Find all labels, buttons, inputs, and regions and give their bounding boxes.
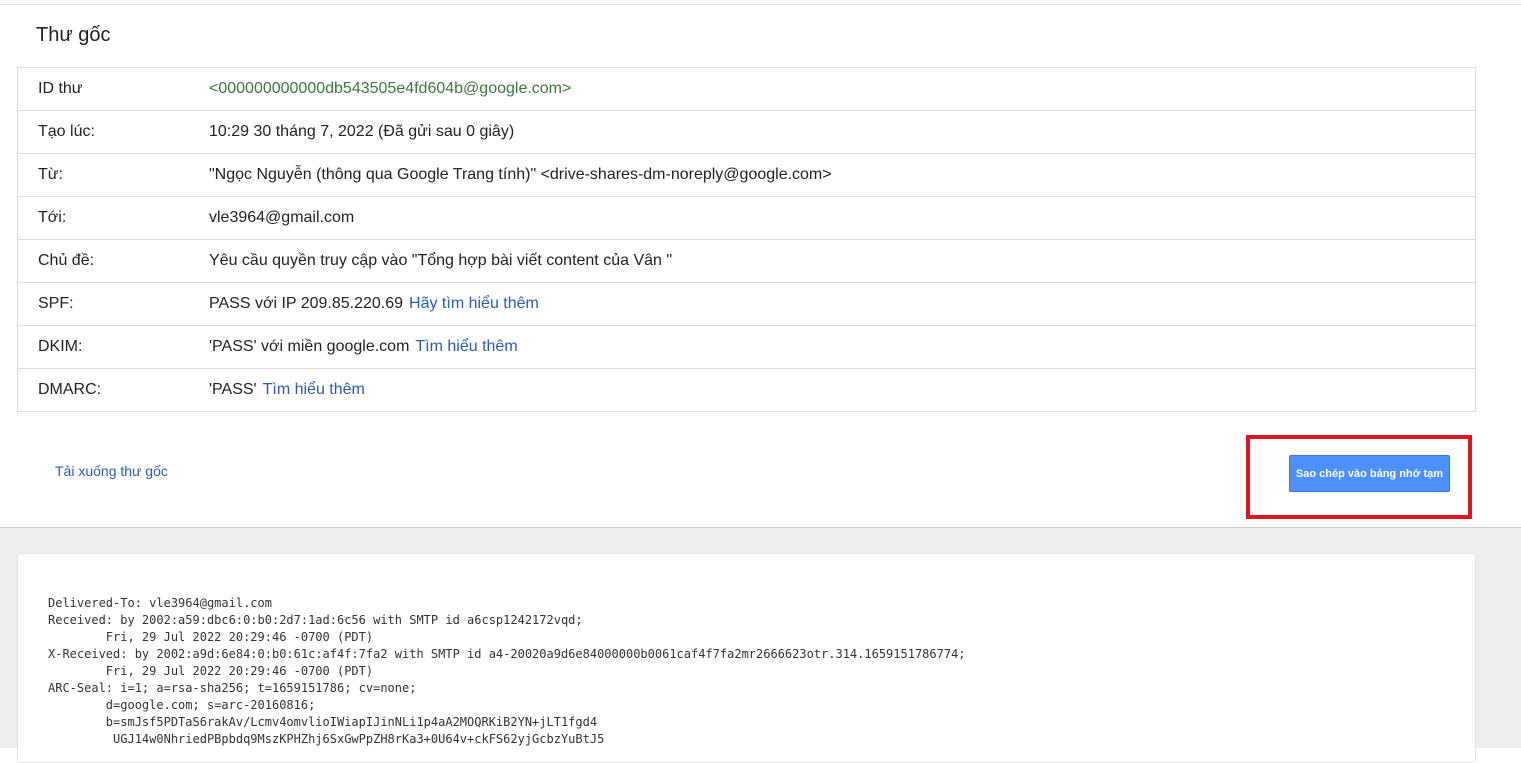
detail-row-dkim: DKIM: 'PASS' với miền google.com Tìm hiểu… — [18, 325, 1475, 368]
page-title: Thư gốc — [36, 24, 111, 46]
detail-value: 'PASS' Tìm hiểu thêm — [209, 381, 365, 399]
dkim-result: 'PASS' với miền google.com — [209, 338, 410, 355]
dmarc-result: 'PASS' — [209, 381, 257, 398]
detail-row-subject: Chủ đề: Yêu cầu quyền truy cập vào "Tổng… — [18, 239, 1475, 282]
download-original-link[interactable]: Tải xuống thư gốc — [55, 463, 168, 479]
detail-label: DMARC: — [38, 381, 102, 398]
raw-message-section: Delivered-To: vle3964@gmail.com Received… — [0, 527, 1521, 763]
detail-value: vle3964@gmail.com — [209, 209, 355, 226]
detail-row-spf: SPF: PASS với IP 209.85.220.69 Hãy tìm hi… — [18, 282, 1475, 325]
raw-message-card[interactable]: Delivered-To: vle3964@gmail.com Received… — [17, 553, 1476, 763]
copy-to-clipboard-button[interactable]: Sao chép vào bảng nhớ tạm — [1289, 455, 1450, 492]
detail-label: DKIM: — [38, 338, 83, 355]
detail-value: Yêu cầu quyền truy cập vào "Tổng hợp bài… — [209, 252, 673, 269]
detail-row-message-id: ID thư <000000000000db543505e4fd604b@goo… — [18, 68, 1475, 110]
spf-result: PASS với IP 209.85.220.69 — [209, 295, 404, 312]
detail-label: Chủ đề: — [38, 252, 95, 269]
dmarc-learn-more-link[interactable]: Tìm hiểu thêm — [263, 381, 365, 398]
detail-row-dmarc: DMARC: 'PASS' Tìm hiểu thêm — [18, 368, 1475, 411]
top-divider — [0, 4, 1521, 5]
detail-label: Từ: — [38, 166, 63, 183]
detail-label: SPF: — [38, 295, 74, 312]
detail-value: "Ngọc Nguyễn (thông qua Google Trang tín… — [209, 166, 832, 183]
detail-label: Tới: — [38, 209, 67, 226]
detail-value: <000000000000db543505e4fd604b@google.com… — [209, 80, 572, 97]
spf-learn-more-link[interactable]: Hãy tìm hiểu thêm — [409, 295, 539, 312]
detail-label: Tạo lúc: — [38, 123, 95, 140]
raw-message-text[interactable]: Delivered-To: vle3964@gmail.com Received… — [48, 595, 966, 748]
detail-row-from: Từ: "Ngọc Nguyễn (thông qua Google Trang… — [18, 153, 1475, 196]
detail-value: 'PASS' với miền google.com Tìm hiểu thêm — [209, 338, 518, 356]
detail-row-created-at: Tạo lúc: 10:29 30 tháng 7, 2022 (Đã gửi … — [18, 110, 1475, 153]
detail-row-to: Tới: vle3964@gmail.com — [18, 196, 1475, 239]
message-details-table: ID thư <000000000000db543505e4fd604b@goo… — [17, 67, 1476, 412]
dkim-learn-more-link[interactable]: Tìm hiểu thêm — [415, 338, 517, 355]
detail-value: PASS với IP 209.85.220.69 Hãy tìm hiểu th… — [209, 295, 539, 313]
detail-value: 10:29 30 tháng 7, 2022 (Đã gửi sau 0 giâ… — [209, 123, 515, 140]
detail-label: ID thư — [38, 80, 83, 97]
